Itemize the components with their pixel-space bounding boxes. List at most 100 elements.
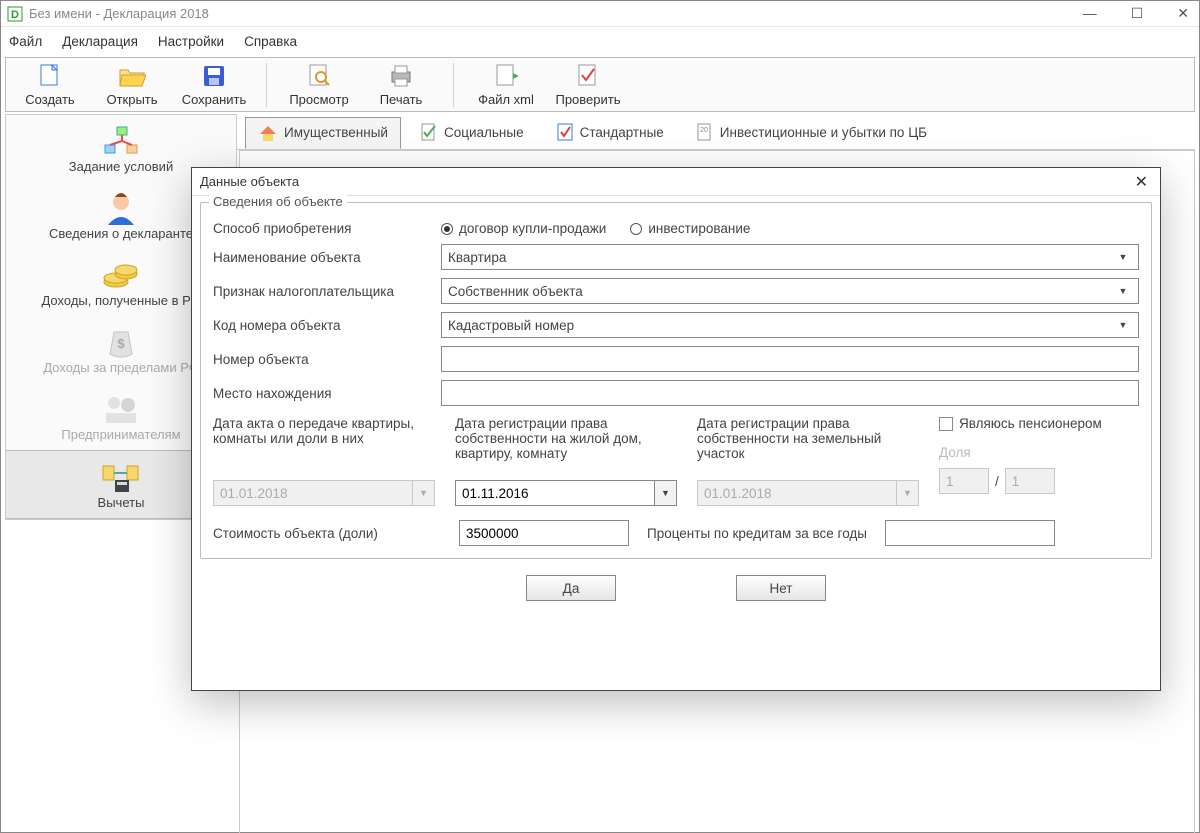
button-yes[interactable]: Да — [526, 575, 616, 601]
toolbar-separator — [266, 63, 267, 107]
input-location[interactable] — [441, 380, 1139, 406]
radio-purchase[interactable]: договор купли-продажи — [441, 221, 606, 236]
app-icon: D — [7, 6, 23, 22]
input-cost[interactable] — [459, 520, 629, 546]
label-object-number: Номер объекта — [213, 352, 441, 367]
input-share-num — [939, 468, 989, 494]
new-file-icon — [36, 62, 64, 90]
tool-print[interactable]: Печать — [365, 62, 437, 107]
tool-preview[interactable]: Просмотр — [283, 62, 355, 107]
radio-invest[interactable]: инвестирование — [630, 221, 750, 236]
tab-property[interactable]: Имущественный — [245, 117, 401, 149]
document-icon: 20 — [696, 122, 714, 142]
chevron-down-icon: ▼ — [1114, 246, 1132, 268]
label-loan-pct: Проценты по кредитам за все годы — [647, 526, 867, 541]
chevron-down-icon: ▼ — [413, 480, 435, 506]
menu-declaration[interactable]: Декларация — [62, 34, 138, 49]
label-location: Место нахождения — [213, 386, 441, 401]
app-window: D Без имени - Декларация 2018 — ☐ ✕ Файл… — [0, 0, 1200, 833]
sidebar-label: Задание условий — [69, 159, 173, 174]
checkbox-pensioner[interactable]: Являюсь пенсионером — [939, 416, 1139, 431]
label-date-reg-land: Дата регистрации права собственности на … — [697, 416, 919, 472]
dialog-titlebar: Данные объекта ✕ — [192, 168, 1160, 196]
folder-open-icon — [118, 62, 146, 90]
label-cost: Стоимость объекта (доли) — [213, 526, 441, 541]
combo-object-name[interactable]: Квартира ▼ — [441, 244, 1139, 270]
close-button[interactable]: ✕ — [1173, 5, 1193, 22]
dialog-close-button[interactable]: ✕ — [1131, 172, 1152, 192]
chevron-down-icon: ▼ — [1114, 314, 1132, 336]
input-date-reg-land — [697, 480, 897, 506]
groupbox-object-info: Сведения об объекте Способ приобретения … — [200, 202, 1152, 559]
toolbar: Создать Открыть Сохранить Просмотр Печат… — [5, 57, 1195, 112]
date-reg-land: ▼ — [697, 480, 919, 506]
sidebar-label: Доходы за пределами РФ — [43, 360, 198, 375]
date-act: ▼ — [213, 480, 435, 506]
menu-help[interactable]: Справка — [244, 34, 297, 49]
input-share-den — [1005, 468, 1055, 494]
svg-text:D: D — [11, 9, 19, 21]
menubar: Файл Декларация Настройки Справка — [1, 27, 1199, 55]
house-icon — [258, 124, 278, 142]
tool-create[interactable]: Создать — [14, 62, 86, 107]
maximize-button[interactable]: ☐ — [1127, 5, 1148, 22]
minimize-button[interactable]: — — [1079, 5, 1101, 22]
save-icon — [200, 62, 228, 90]
label-acq-method: Способ приобретения — [213, 221, 441, 236]
radio-dot-icon — [441, 223, 453, 235]
button-no[interactable]: Нет — [736, 575, 826, 601]
combo-taxpayer-sign[interactable]: Собственник объекта ▼ — [441, 278, 1139, 304]
chevron-down-icon: ▼ — [1114, 280, 1132, 302]
menu-file[interactable]: Файл — [9, 34, 42, 49]
toolbar-separator — [453, 63, 454, 107]
titlebar: D Без имени - Декларация 2018 — ☐ ✕ — [1, 1, 1199, 27]
xml-file-icon — [492, 62, 520, 90]
tab-invest[interactable]: 20 Инвестиционные и убытки по ЦБ — [683, 115, 940, 148]
person-icon — [101, 190, 141, 226]
menu-settings[interactable]: Настройки — [158, 34, 224, 49]
tab-social[interactable]: Социальные — [407, 115, 537, 148]
check-icon — [574, 62, 602, 90]
sidebar-label: Доходы, полученные в РФ — [41, 293, 200, 308]
label-taxpayer-sign: Признак налогоплательщика — [213, 284, 441, 299]
label-date-reg-house: Дата регистрации права собственности на … — [455, 416, 677, 472]
tool-check[interactable]: Проверить — [552, 62, 624, 107]
input-date-act — [213, 480, 413, 506]
input-object-number[interactable] — [441, 346, 1139, 372]
tool-open[interactable]: Открыть — [96, 62, 168, 107]
share-fraction: / — [939, 468, 1139, 494]
input-date-reg-house[interactable] — [455, 480, 655, 506]
print-icon — [387, 62, 415, 90]
checkbox-icon — [939, 417, 953, 431]
date-reg-house[interactable]: ▼ — [455, 480, 677, 506]
window-title: Без имени - Декларация 2018 — [29, 6, 1079, 21]
preview-icon — [305, 62, 333, 90]
tool-save[interactable]: Сохранить — [178, 62, 250, 107]
tab-standard[interactable]: Стандартные — [543, 115, 677, 148]
coins-icon — [101, 257, 141, 293]
sidebar-label: Сведения о декларанте — [49, 226, 193, 241]
dialog-buttons: Да Нет — [192, 575, 1160, 601]
money-bag-icon: $ — [101, 324, 141, 360]
clipboard-check-icon — [556, 122, 574, 142]
tool-file-xml[interactable]: Файл xml — [470, 62, 542, 107]
radio-dot-icon — [630, 223, 642, 235]
dialog-title: Данные объекта — [200, 174, 1131, 189]
label-object-code: Код номера объекта — [213, 318, 441, 333]
document-check-icon — [420, 122, 438, 142]
sidebar-label: Вычеты — [98, 495, 145, 510]
dialog-object-data: Данные объекта ✕ Сведения об объекте Спо… — [191, 167, 1161, 691]
chevron-down-icon[interactable]: ▼ — [655, 480, 677, 506]
chevron-down-icon: ▼ — [897, 480, 919, 506]
sidebar-label: Предпринимателям — [61, 427, 180, 442]
label-date-act: Дата акта о передаче квартиры, комнаты и… — [213, 416, 435, 472]
svg-text:20: 20 — [700, 127, 708, 134]
conditions-icon — [101, 123, 141, 159]
deductions-icon — [101, 459, 141, 495]
business-icon — [101, 391, 141, 427]
label-object-name: Наименование объекта — [213, 250, 441, 265]
groupbox-legend: Сведения об объекте — [209, 194, 347, 209]
svg-text:$: $ — [117, 336, 125, 351]
input-loan-pct[interactable] — [885, 520, 1055, 546]
combo-object-code[interactable]: Кадастровый номер ▼ — [441, 312, 1139, 338]
